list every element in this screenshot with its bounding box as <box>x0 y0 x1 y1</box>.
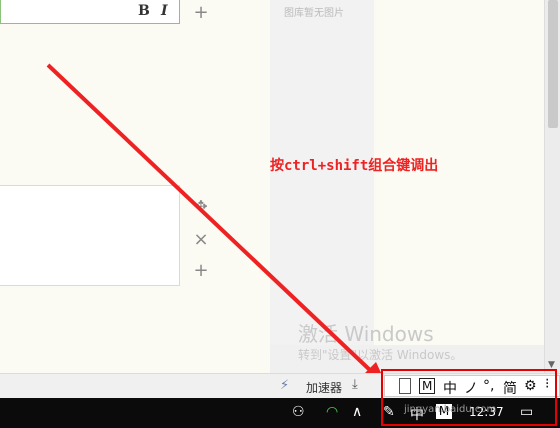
add-block-button[interactable]: + <box>192 262 210 280</box>
ime-logo-icon[interactable] <box>399 378 411 394</box>
ime-punctuation-toggle[interactable]: °, <box>483 378 494 394</box>
scrollbar-thumb[interactable] <box>548 0 558 128</box>
italic-button[interactable]: I <box>161 3 168 19</box>
bold-button[interactable]: B <box>138 3 150 19</box>
image-library-empty-text: 图库暂无图片 <box>284 8 344 19</box>
editor-content-block[interactable] <box>0 185 180 286</box>
annotation-text: 按ctrl+shift组合键调出 <box>270 158 439 174</box>
editor-toolbar-field[interactable]: B I <box>0 0 180 24</box>
source-watermark: jingyan.baidu.com <box>404 404 497 415</box>
move-icon[interactable]: ✥ <box>192 198 210 216</box>
activation-watermark-subtitle: 转到"设置"以激活 Windows。 <box>298 348 463 362</box>
scroll-down-arrow-icon[interactable]: ▼ <box>548 360 555 370</box>
add-block-button-top[interactable]: + <box>192 4 210 22</box>
activation-watermark-title: 激活 Windows <box>298 322 434 346</box>
pen-icon[interactable]: ✎ <box>383 404 395 420</box>
ime-mode-m[interactable]: M <box>419 378 436 394</box>
ime-chinese-toggle[interactable]: 中 <box>443 378 457 398</box>
vertical-scrollbar[interactable]: ▼ <box>544 0 560 373</box>
ime-half-width-toggle[interactable]: ノ <box>464 378 478 398</box>
ime-settings-icon[interactable]: ⚙ <box>524 378 537 394</box>
ime-toolbar: M 中 ノ °, 简 ⚙ ⁝ <box>384 375 560 397</box>
people-icon[interactable]: ⚇ <box>292 404 305 420</box>
accelerator-label[interactable]: 加速器 <box>306 379 342 396</box>
close-icon[interactable]: × <box>192 231 210 249</box>
download-icon[interactable]: ⤓ <box>352 377 358 392</box>
ime-simplified-toggle[interactable]: 简 <box>503 378 517 398</box>
wifi-icon[interactable]: ◠ <box>326 404 338 420</box>
action-center-icon[interactable]: ▭ <box>520 404 533 420</box>
accelerator-icon[interactable]: ⚡ <box>280 378 289 393</box>
chevron-up-icon[interactable]: ∧ <box>352 404 362 420</box>
ime-more-icon[interactable]: ⁝ <box>545 376 549 392</box>
